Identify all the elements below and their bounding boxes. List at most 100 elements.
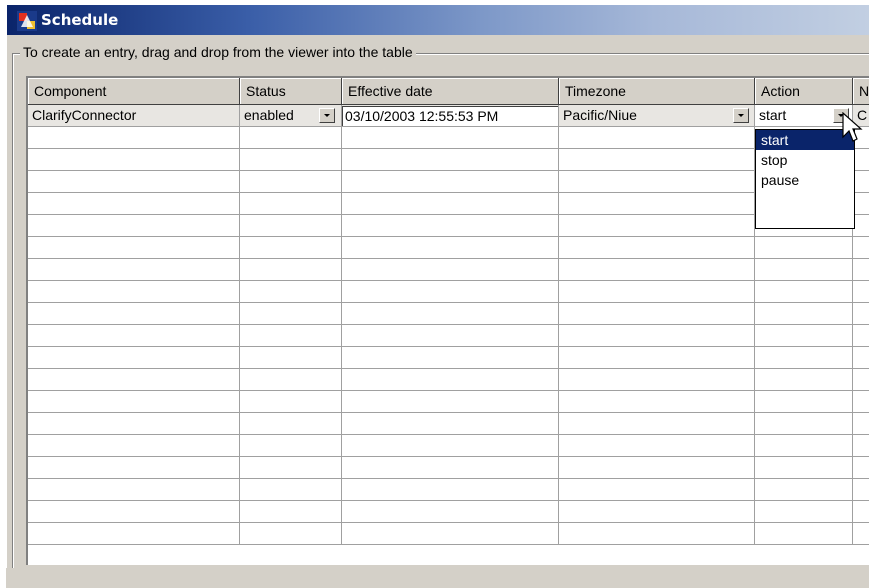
table-row[interactable] xyxy=(28,347,869,369)
empty-cell[interactable] xyxy=(28,369,240,391)
empty-cell[interactable] xyxy=(342,523,559,545)
empty-cell[interactable] xyxy=(559,171,755,193)
empty-cell[interactable] xyxy=(853,479,869,501)
empty-cell[interactable] xyxy=(755,457,853,479)
empty-cell[interactable] xyxy=(28,215,240,237)
empty-cell[interactable] xyxy=(28,391,240,413)
cell-effective-date[interactable]: 03/10/2003 12:55:53 PM xyxy=(342,105,559,127)
empty-cell[interactable] xyxy=(559,391,755,413)
empty-cell[interactable] xyxy=(853,325,869,347)
empty-cell[interactable] xyxy=(853,347,869,369)
empty-cell[interactable] xyxy=(755,303,853,325)
empty-cell[interactable] xyxy=(28,479,240,501)
empty-cell[interactable] xyxy=(559,435,755,457)
empty-cell[interactable] xyxy=(28,193,240,215)
empty-cell[interactable] xyxy=(342,391,559,413)
empty-cell[interactable] xyxy=(240,369,342,391)
table-row[interactable] xyxy=(28,127,869,149)
empty-cell[interactable] xyxy=(559,479,755,501)
empty-cell[interactable] xyxy=(240,237,342,259)
empty-cell[interactable] xyxy=(240,479,342,501)
empty-cell[interactable] xyxy=(28,237,240,259)
empty-cell[interactable] xyxy=(240,325,342,347)
table-row[interactable] xyxy=(28,303,869,325)
empty-cell[interactable] xyxy=(342,193,559,215)
empty-cell[interactable] xyxy=(853,435,869,457)
empty-cell[interactable] xyxy=(240,127,342,149)
empty-cell[interactable] xyxy=(240,523,342,545)
empty-cell[interactable] xyxy=(853,413,869,435)
cell-component[interactable]: ClarifyConnector xyxy=(28,105,240,127)
empty-cell[interactable] xyxy=(755,479,853,501)
table-row[interactable] xyxy=(28,369,869,391)
empty-cell[interactable] xyxy=(853,215,869,237)
column-header-status[interactable]: Status xyxy=(240,78,342,105)
empty-cell[interactable] xyxy=(240,303,342,325)
empty-cell[interactable] xyxy=(240,281,342,303)
empty-cell[interactable] xyxy=(755,237,853,259)
empty-cell[interactable] xyxy=(28,523,240,545)
effective-date-input[interactable]: 03/10/2003 12:55:53 PM xyxy=(342,106,558,126)
empty-cell[interactable] xyxy=(28,149,240,171)
empty-cell[interactable] xyxy=(240,193,342,215)
cell-action[interactable]: start xyxy=(755,105,853,127)
empty-cell[interactable] xyxy=(342,413,559,435)
empty-cell[interactable] xyxy=(342,303,559,325)
table-row[interactable] xyxy=(28,237,869,259)
empty-cell[interactable] xyxy=(853,523,869,545)
empty-cell[interactable] xyxy=(559,369,755,391)
empty-cell[interactable] xyxy=(559,347,755,369)
empty-cell[interactable] xyxy=(28,259,240,281)
empty-cell[interactable] xyxy=(559,501,755,523)
empty-cell[interactable] xyxy=(853,369,869,391)
empty-cell[interactable] xyxy=(755,391,853,413)
empty-cell[interactable] xyxy=(342,501,559,523)
empty-cell[interactable] xyxy=(559,325,755,347)
empty-cell[interactable] xyxy=(240,149,342,171)
empty-cell[interactable] xyxy=(342,457,559,479)
empty-cell[interactable] xyxy=(853,303,869,325)
table-row[interactable] xyxy=(28,259,869,281)
empty-cell[interactable] xyxy=(853,501,869,523)
empty-cell[interactable] xyxy=(28,501,240,523)
empty-cell[interactable] xyxy=(559,193,755,215)
table-row[interactable] xyxy=(28,193,869,215)
empty-cell[interactable] xyxy=(853,193,869,215)
action-option-stop[interactable]: stop xyxy=(756,150,854,170)
table-row[interactable] xyxy=(28,413,869,435)
empty-cell[interactable] xyxy=(28,281,240,303)
empty-cell[interactable] xyxy=(240,259,342,281)
column-header-effective-date[interactable]: Effective date xyxy=(342,78,559,105)
empty-cell[interactable] xyxy=(342,281,559,303)
table-row[interactable] xyxy=(28,171,869,193)
empty-cell[interactable] xyxy=(853,171,869,193)
empty-cell[interactable] xyxy=(559,237,755,259)
empty-cell[interactable] xyxy=(28,171,240,193)
table-row[interactable] xyxy=(28,523,869,545)
empty-cell[interactable] xyxy=(342,237,559,259)
empty-cell[interactable] xyxy=(559,259,755,281)
table-row[interactable] xyxy=(28,391,869,413)
empty-cell[interactable] xyxy=(240,501,342,523)
column-header-component[interactable]: Component xyxy=(28,78,240,105)
empty-cell[interactable] xyxy=(240,347,342,369)
empty-cell[interactable] xyxy=(342,347,559,369)
empty-cell[interactable] xyxy=(342,149,559,171)
timezone-dropdown-button[interactable] xyxy=(733,108,749,123)
empty-cell[interactable] xyxy=(755,347,853,369)
empty-cell[interactable] xyxy=(342,325,559,347)
empty-cell[interactable] xyxy=(559,413,755,435)
column-header-n[interactable]: N xyxy=(853,78,869,105)
action-dropdown-list[interactable]: start stop pause xyxy=(755,129,855,229)
empty-cell[interactable] xyxy=(559,127,755,149)
empty-cell[interactable] xyxy=(853,457,869,479)
empty-cell[interactable] xyxy=(240,171,342,193)
empty-cell[interactable] xyxy=(853,259,869,281)
empty-cell[interactable] xyxy=(240,215,342,237)
table-row[interactable] xyxy=(28,215,869,237)
table-row[interactable] xyxy=(28,457,869,479)
empty-cell[interactable] xyxy=(755,369,853,391)
table-row[interactable] xyxy=(28,479,869,501)
empty-cell[interactable] xyxy=(342,127,559,149)
empty-cell[interactable] xyxy=(559,457,755,479)
